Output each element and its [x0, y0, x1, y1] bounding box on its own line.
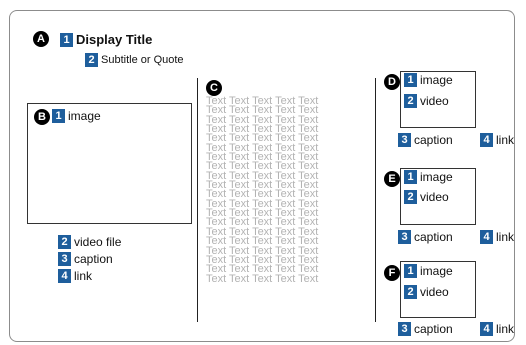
section-d-image-num: 1 — [404, 73, 417, 87]
section-d-video-row: 2 video — [404, 94, 449, 108]
section-b-caption-label: caption — [74, 252, 113, 266]
section-d-caption-label: caption — [414, 133, 453, 147]
section-e-badge: E — [384, 171, 400, 187]
section-e-link-label: link — [496, 230, 515, 244]
section-a-badge: A — [33, 31, 49, 47]
section-d-badge: D — [384, 74, 400, 90]
display-title-num: 1 — [60, 32, 73, 47]
subtitle-label: Subtitle or Quote — [101, 54, 184, 66]
section-e-caption-row: 3 caption — [398, 230, 453, 244]
section-f-link-label: link — [496, 322, 515, 336]
section-d-caption-row: 3 caption — [398, 133, 453, 147]
section-d-video-num: 2 — [404, 94, 417, 108]
section-d-image-label: image — [420, 73, 453, 87]
section-f-caption-num: 3 — [398, 322, 411, 336]
section-d-link-num: 4 — [480, 133, 493, 147]
section-f-image-row: 1 image — [404, 264, 453, 278]
placeholder-text-line: Text Text Text Text Text — [206, 272, 319, 285]
section-f-badge: F — [384, 265, 400, 281]
section-d-video-label: video — [420, 94, 449, 108]
section-b-caption-num: 3 — [58, 252, 71, 266]
section-b-caption-row: 3 caption — [58, 252, 113, 266]
section-f-image-num: 1 — [404, 264, 417, 278]
section-b-video-row: 2 video file — [58, 235, 121, 249]
section-b-link-row: 4 link — [58, 269, 92, 283]
subtitle-row: 2 Subtitle or Quote — [85, 53, 184, 67]
section-b-video-num: 2 — [58, 235, 71, 249]
section-e-video-num: 2 — [404, 190, 417, 204]
section-d-caption-num: 3 — [398, 133, 411, 147]
section-c-text-block: Text Text Text Text Text Text Text Text T… — [206, 95, 374, 285]
section-e-image-num: 1 — [404, 170, 417, 184]
section-e-video-label: video — [420, 190, 449, 204]
section-b-image-row: 1 image — [52, 109, 101, 123]
section-d-link-row: 4 link — [480, 133, 514, 147]
display-title-row: 1 Display Title — [60, 32, 152, 47]
section-e-video-row: 2 video — [404, 190, 449, 204]
section-f-image-label: image — [420, 264, 453, 278]
section-e-image-row: 1 image — [404, 170, 453, 184]
section-f-caption-label: caption — [414, 322, 453, 336]
section-e-link-num: 4 — [480, 230, 493, 244]
section-b-image-num: 1 — [52, 109, 65, 123]
section-f-caption-row: 3 caption — [398, 322, 453, 336]
section-b-video-label: video file — [74, 235, 122, 249]
section-b-image-label: image — [68, 109, 101, 123]
display-title-label: Display Title — [76, 32, 153, 47]
section-b-link-label: link — [74, 269, 93, 283]
section-d-image-row: 1 image — [404, 73, 453, 87]
section-c-badge: C — [206, 80, 222, 96]
section-e-caption-num: 3 — [398, 230, 411, 244]
section-f-link-num: 4 — [480, 322, 493, 336]
section-b-badge: B — [34, 109, 50, 125]
section-b-link-num: 4 — [58, 269, 71, 283]
section-f-video-row: 2 video — [404, 285, 449, 299]
section-e-caption-label: caption — [414, 230, 453, 244]
section-f-link-row: 4 link — [480, 322, 514, 336]
section-f-video-label: video — [420, 285, 449, 299]
column-divider-right — [375, 78, 376, 322]
section-e-link-row: 4 link — [480, 230, 514, 244]
section-f-video-num: 2 — [404, 285, 417, 299]
section-e-image-label: image — [420, 170, 453, 184]
column-divider-left — [197, 78, 198, 322]
section-d-link-label: link — [496, 133, 515, 147]
subtitle-num: 2 — [85, 53, 98, 67]
